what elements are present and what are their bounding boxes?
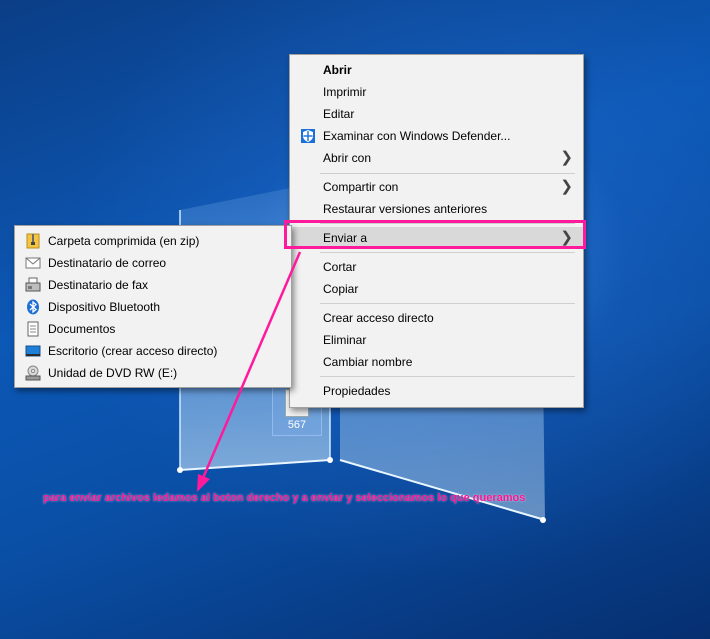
annotation-arrow xyxy=(197,251,302,492)
annotation-text: para enviar archivos ledamos al boton de… xyxy=(43,492,526,504)
